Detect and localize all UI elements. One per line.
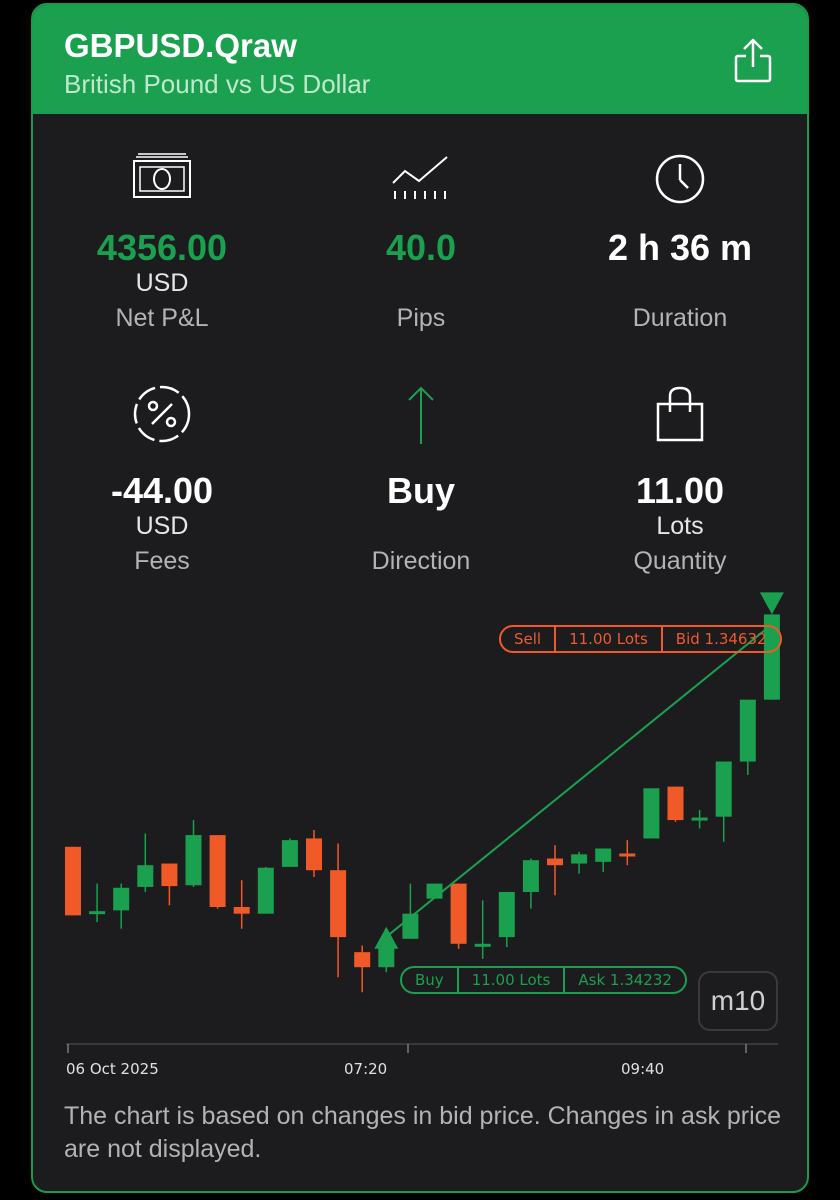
sell-order-label: Sell 11.00 Lots Bid 1.34632: [499, 625, 782, 653]
candle-body: [715, 761, 732, 817]
sell-side: Sell: [514, 630, 542, 648]
x-tick-label-date: 06 Oct 2025: [66, 1060, 159, 1078]
candle-body: [185, 835, 202, 886]
buy-lots: 11.00 Lots: [456, 968, 564, 992]
buy-side: Buy: [415, 971, 444, 989]
candle-body: [113, 887, 130, 911]
timeframe-button[interactable]: m10: [698, 971, 778, 1031]
candle-body: [426, 883, 443, 899]
buy-order-label: Buy 11.00 Lots Ask 1.34232: [400, 966, 687, 994]
candle-body: [522, 860, 539, 892]
candle-body: [281, 840, 298, 867]
x-tick-label-0720: 07:20: [344, 1060, 388, 1078]
candle-body: [691, 817, 708, 821]
candle-body: [257, 867, 274, 914]
candle-body: [667, 786, 684, 821]
chart-footnote: The chart is based on changes in bid pri…: [64, 1102, 782, 1163]
candle-body: [739, 699, 756, 762]
candle-body: [354, 952, 371, 968]
candle-body: [209, 835, 226, 908]
candle-body: [137, 865, 154, 887]
candle-body: [498, 891, 515, 938]
candle-body: [571, 854, 588, 864]
candle-body: [330, 870, 347, 938]
candle-body: [233, 907, 250, 914]
candle-body: [306, 838, 322, 871]
sell-lots: 11.00 Lots: [554, 627, 661, 651]
exit-marker-icon: [759, 592, 784, 615]
candle-body: [619, 853, 636, 857]
candle-body: [89, 911, 106, 915]
candle-body: [450, 883, 467, 944]
candle-body: [65, 846, 81, 916]
candle-body: [643, 788, 660, 839]
candle-body: [474, 943, 491, 947]
trade-connector-line: [385, 623, 773, 938]
candlestick-chart[interactable]: [33, 5, 809, 1193]
candle-body: [161, 863, 178, 887]
trade-detail-card: GBPUSD.Qraw British Pound vs US Dollar 4…: [31, 3, 809, 1193]
candle-body: [595, 848, 612, 862]
buy-price: Ask 1.34232: [563, 968, 685, 992]
x-tick-label-0940: 09:40: [621, 1060, 665, 1078]
candle-body: [547, 858, 563, 866]
sell-price: Bid 1.34632: [660, 627, 780, 651]
